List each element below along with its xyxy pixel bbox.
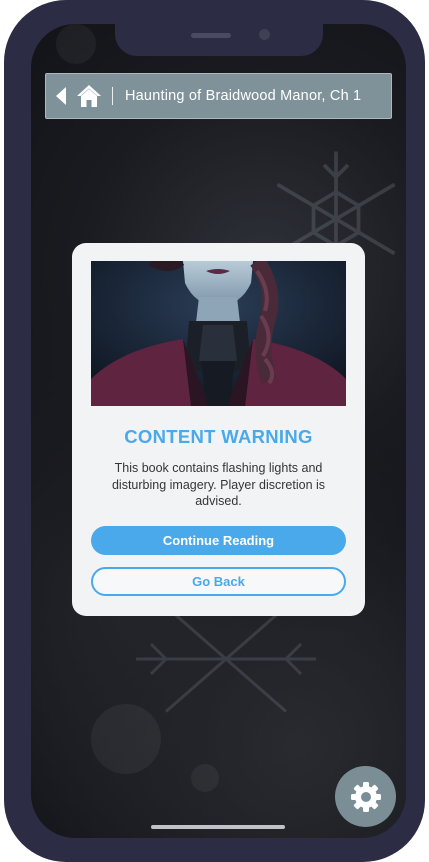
speaker-grille [191, 33, 231, 38]
gear-icon [350, 781, 381, 812]
phone-frame: Haunting of Braidwood Manor, Ch 1 CONTEN… [4, 0, 425, 862]
mute-switch [4, 115, 12, 150]
settings-button[interactable] [335, 766, 396, 827]
volume-up-button [4, 178, 12, 240]
top-bar: Haunting of Braidwood Manor, Ch 1 [45, 73, 392, 119]
front-camera [259, 29, 270, 40]
power-button [417, 198, 425, 296]
background-bokeh [56, 24, 96, 64]
home-indicator[interactable] [151, 825, 285, 829]
content-warning-title: CONTENT WARNING [124, 426, 313, 447]
go-back-button[interactable]: Go Back [91, 567, 346, 596]
content-warning-message: This book contains flashing lights and d… [111, 461, 326, 508]
content-warning-dialog: CONTENT WARNING This book contains flash… [72, 243, 365, 616]
book-title: Haunting of Braidwood Manor, Ch 1 [125, 88, 362, 104]
home-icon[interactable] [76, 84, 102, 108]
chevron-left-icon[interactable] [56, 84, 70, 108]
character-illustration [91, 261, 346, 406]
volume-down-button [4, 256, 12, 318]
screen: Haunting of Braidwood Manor, Ch 1 CONTEN… [31, 24, 406, 838]
continue-reading-button[interactable]: Continue Reading [91, 526, 346, 555]
background-bokeh [191, 764, 219, 792]
notch [115, 24, 323, 56]
header-divider [112, 87, 113, 105]
